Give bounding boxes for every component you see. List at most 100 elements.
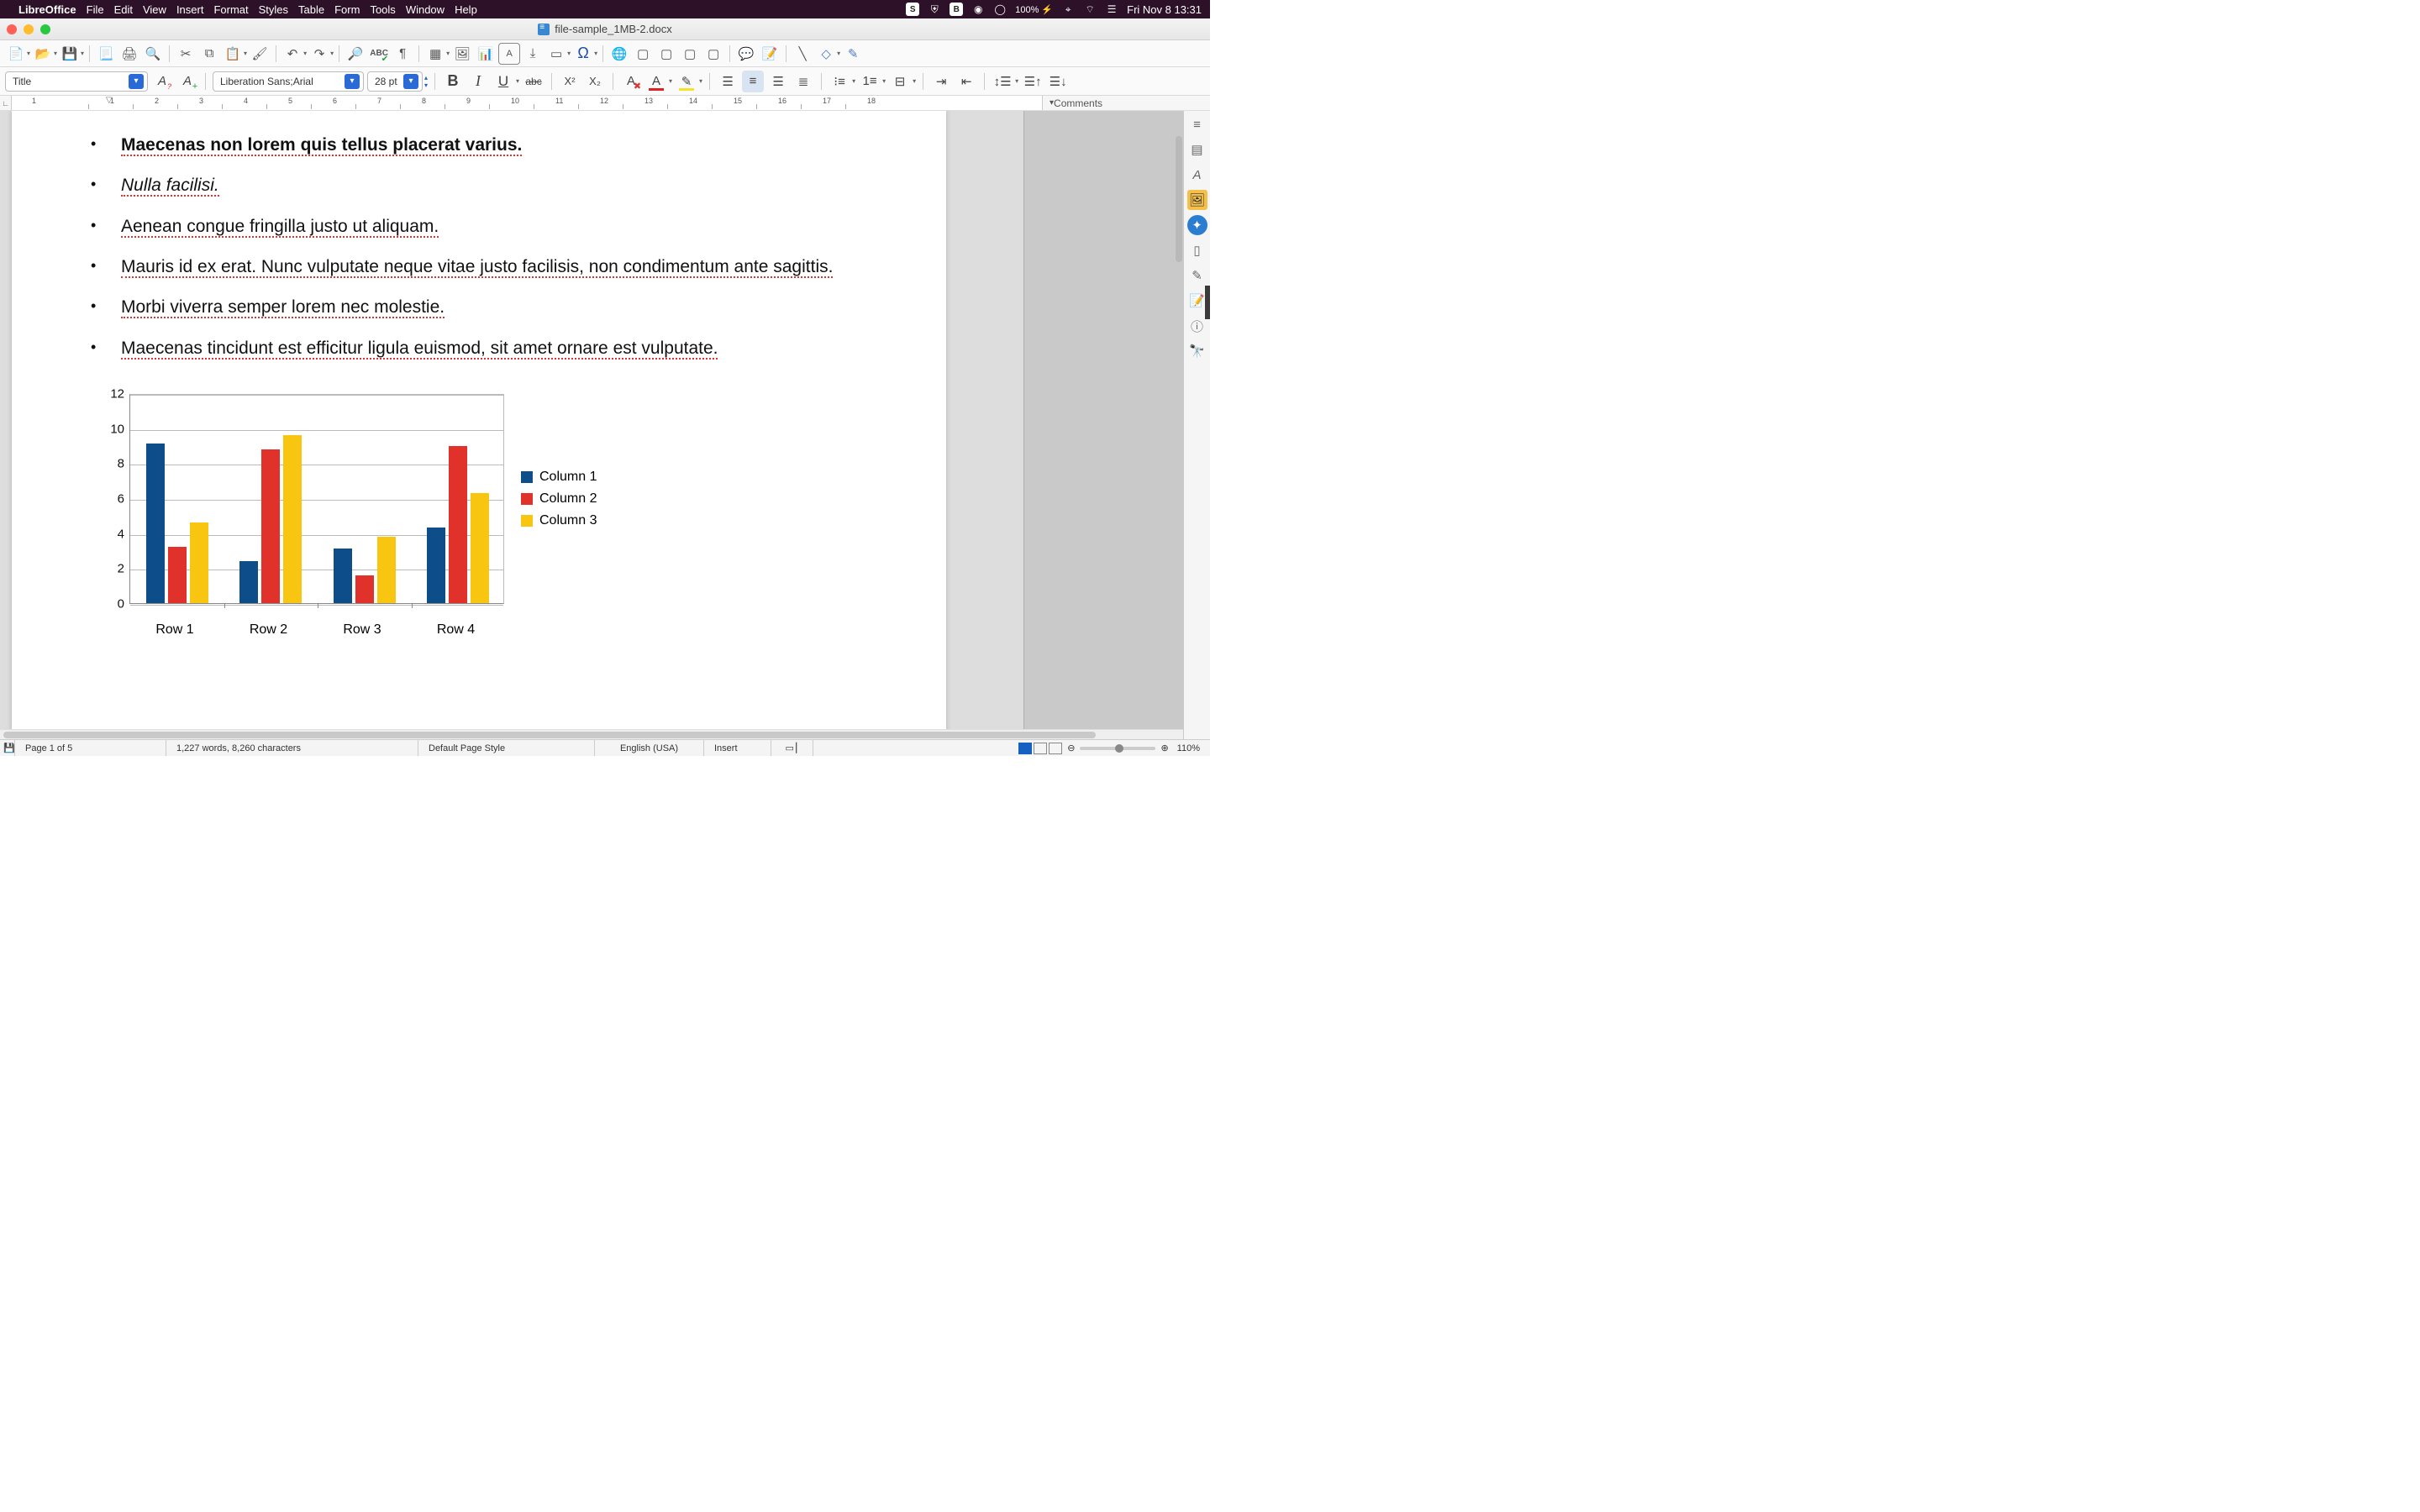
formatting-marks-button[interactable]: ¶ xyxy=(392,43,413,65)
menu-window[interactable]: Window xyxy=(406,3,445,16)
clear-formatting-button[interactable]: A✖ xyxy=(620,71,642,92)
horizontal-scrollbar[interactable] xyxy=(0,729,1183,739)
language-indicator[interactable]: English (USA) xyxy=(595,740,704,756)
highlight-button[interactable]: ✎ xyxy=(676,71,697,92)
sidebar-properties-icon[interactable]: ▤ xyxy=(1187,139,1207,160)
font-color-button[interactable]: A xyxy=(645,71,667,92)
new-style-button[interactable]: A+ xyxy=(176,71,198,92)
bullet-list-button[interactable]: ⁝≡ xyxy=(829,71,850,92)
sidebar-collapse-handle[interactable] xyxy=(1205,286,1210,319)
sidebar-navigator-icon[interactable]: ✦ xyxy=(1187,215,1207,235)
wifi-icon[interactable]: ⌔ xyxy=(1083,3,1097,16)
edit-doc-button[interactable]: 📝 xyxy=(759,43,781,65)
bluetooth-icon[interactable]: ⌖ xyxy=(1061,3,1075,16)
find-button[interactable]: 🔎 xyxy=(345,43,366,65)
spellcheck-button[interactable]: ABC✔ xyxy=(368,43,390,65)
strikethrough-button[interactable]: abc xyxy=(523,71,544,92)
word-count[interactable]: 1,227 words, 8,260 characters xyxy=(166,740,418,756)
list-item[interactable]: Aenean congue fringilla justo ut aliquam… xyxy=(87,207,871,247)
list-item[interactable]: Nulla facilisi. xyxy=(87,165,871,206)
insert-mode-indicator[interactable]: Insert xyxy=(704,740,771,756)
menu-styles[interactable]: Styles xyxy=(259,3,288,16)
paragraph-style-combo[interactable]: Title▾ xyxy=(5,71,148,92)
comments-panel-toggle[interactable]: Comments xyxy=(1042,96,1210,110)
increase-para-spacing-button[interactable]: ☰↑ xyxy=(1022,71,1044,92)
line-spacing-button[interactable]: ↕☰ xyxy=(992,71,1013,92)
sidebar-manage-changes-icon[interactable]: 📝 xyxy=(1187,291,1207,311)
save-button[interactable]: 💾 xyxy=(59,43,81,65)
sidebar-page-icon[interactable]: ▯ xyxy=(1187,240,1207,260)
decrease-indent-button[interactable]: ⇤ xyxy=(955,71,977,92)
zoom-out-button[interactable]: ⊖ xyxy=(1067,743,1075,753)
decrease-para-spacing-button[interactable]: ☰↓ xyxy=(1047,71,1069,92)
sidebar-find-icon[interactable]: 🔭 xyxy=(1187,341,1207,361)
copy-button[interactable]: ⧉ xyxy=(198,43,220,65)
insert-field-button[interactable]: ▭ xyxy=(545,43,567,65)
page[interactable]: Maecenas non lorem quis tellus placerat … xyxy=(12,111,946,739)
crossref-button[interactable]: ▢ xyxy=(679,43,701,65)
sidebar-menu-icon[interactable]: ≡ xyxy=(1187,114,1207,134)
menu-form[interactable]: Form xyxy=(334,3,360,16)
insert-table-button[interactable]: ▦ xyxy=(424,43,446,65)
multi-page-view-icon[interactable] xyxy=(1034,743,1047,754)
sidebar-gallery-icon[interactable]: 🖼 xyxy=(1187,190,1207,210)
list-item[interactable]: Mauris id ex erat. Nunc vulputate neque … xyxy=(87,247,871,287)
align-right-button[interactable]: ☰ xyxy=(767,71,789,92)
sidebar-accessibility-icon[interactable]: ⓘ xyxy=(1187,316,1207,336)
print-preview-button[interactable]: 🔍 xyxy=(142,43,164,65)
insert-pagebreak-button[interactable]: ⤓ xyxy=(522,43,544,65)
zoom-percent[interactable]: 110% xyxy=(1177,743,1200,753)
clock[interactable]: Fri Nov 8 13:31 xyxy=(1127,3,1202,16)
battery-indicator[interactable]: 100% ⚡ xyxy=(1015,4,1053,15)
subscript-button[interactable]: X₂ xyxy=(584,71,606,92)
redo-button[interactable]: ↷ xyxy=(308,43,330,65)
page-style-indicator[interactable]: Default Page Style xyxy=(418,740,595,756)
zoom-slider[interactable] xyxy=(1080,747,1155,750)
selection-mode-indicator[interactable]: ▭⎮ xyxy=(771,740,813,756)
tray-shield-icon[interactable]: ⛨ xyxy=(928,3,941,16)
update-style-button[interactable]: A? xyxy=(151,71,173,92)
bookmark-button[interactable]: ▢ xyxy=(655,43,677,65)
font-name-combo[interactable]: Liberation Sans;Arial▾ xyxy=(213,71,364,92)
vertical-scrollbar[interactable] xyxy=(1173,111,1183,729)
tray-record-icon[interactable]: ◉ xyxy=(971,3,985,16)
export-pdf-button[interactable]: 📃 xyxy=(95,43,117,65)
list-item[interactable]: Maecenas non lorem quis tellus placerat … xyxy=(87,125,871,165)
number-list-button[interactable]: 1≡ xyxy=(859,71,881,92)
insert-textbox-button[interactable]: A xyxy=(498,43,520,65)
sidebar-stylelist-icon[interactable]: ✎ xyxy=(1187,265,1207,286)
draw-functions-button[interactable]: ✎ xyxy=(842,43,864,65)
increase-indent-button[interactable]: ⇥ xyxy=(930,71,952,92)
sidebar-styles-icon[interactable]: A xyxy=(1187,165,1207,185)
basic-shapes-button[interactable]: ◇ xyxy=(815,43,837,65)
insert-chart-button[interactable]: 📊 xyxy=(475,43,497,65)
tray-circle-icon[interactable]: ◯ xyxy=(993,3,1007,16)
undo-button[interactable]: ↶ xyxy=(281,43,303,65)
menu-format[interactable]: Format xyxy=(213,3,248,16)
new-button[interactable]: 📄 xyxy=(5,43,27,65)
list-item[interactable]: Morbi viverra semper lorem nec molestie. xyxy=(87,287,871,328)
italic-button[interactable]: I xyxy=(467,71,489,92)
app-name[interactable]: LibreOffice xyxy=(18,3,76,16)
tray-bitwarden-icon[interactable]: B xyxy=(950,3,963,16)
control-center-icon[interactable]: ☰ xyxy=(1105,3,1118,16)
menu-tools[interactable]: Tools xyxy=(370,3,395,16)
view-layout-buttons[interactable] xyxy=(1018,743,1062,754)
align-center-button[interactable]: ≡ xyxy=(742,71,764,92)
horizontal-ruler[interactable]: 1123456789101112131415161718▽ xyxy=(12,96,1042,110)
menu-view[interactable]: View xyxy=(143,3,166,16)
footnote-button[interactable]: ▢ xyxy=(632,43,654,65)
paste-button[interactable]: 📋 xyxy=(222,43,244,65)
page-indicator[interactable]: Page 1 of 5 xyxy=(15,740,166,756)
save-status-icon[interactable]: 💾 xyxy=(0,740,15,756)
menu-help[interactable]: Help xyxy=(455,3,477,16)
align-left-button[interactable]: ☰ xyxy=(717,71,739,92)
menu-file[interactable]: File xyxy=(87,3,104,16)
print-button[interactable]: 🖨 xyxy=(118,43,140,65)
bulleted-list[interactable]: Maecenas non lorem quis tellus placerat … xyxy=(87,111,871,369)
track-changes-button[interactable]: ▢ xyxy=(702,43,724,65)
book-view-icon[interactable] xyxy=(1049,743,1062,754)
outline-button[interactable]: ⊟ xyxy=(889,71,911,92)
cut-button[interactable]: ✂ xyxy=(175,43,197,65)
list-item[interactable]: Maecenas tincidunt est efficitur ligula … xyxy=(87,328,871,369)
